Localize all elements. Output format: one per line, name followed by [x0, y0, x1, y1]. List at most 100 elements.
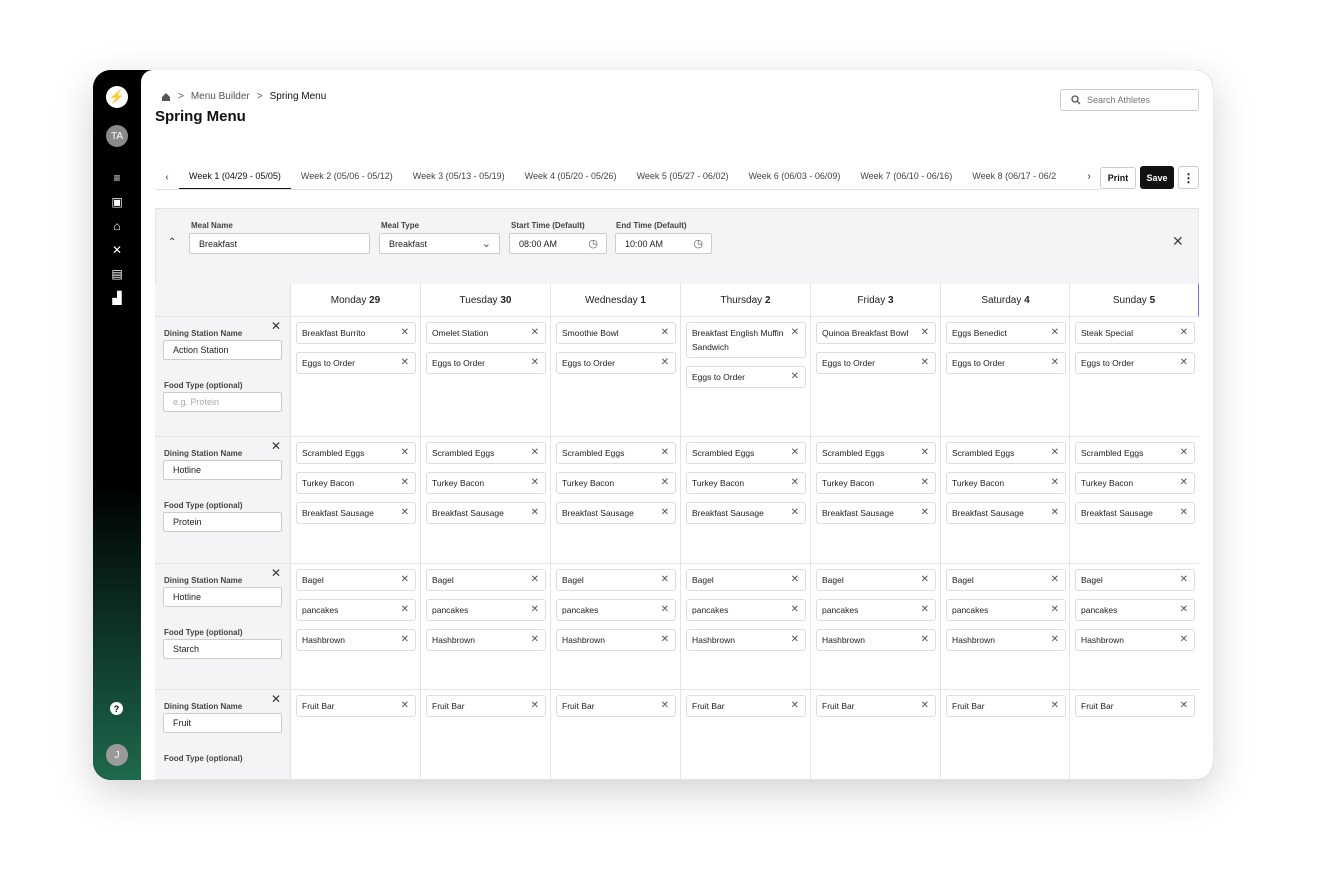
remove-station-icon[interactable]: ✕	[271, 692, 281, 706]
save-button[interactable]: Save	[1140, 166, 1174, 189]
remove-item-icon[interactable]: ✕	[791, 506, 799, 520]
menu-item-chip[interactable]: Turkey Bacon ✕	[426, 472, 546, 494]
start-time-field[interactable]: 08:00 AM ◷	[509, 233, 607, 254]
athletes-icon[interactable]: ▣	[107, 194, 127, 210]
menu-item-chip[interactable]: pancakes ✕	[556, 599, 676, 621]
menu-item-chip[interactable]: Quinoa Breakfast Bowl ✕	[816, 322, 936, 344]
remove-station-icon[interactable]: ✕	[271, 319, 281, 333]
end-time-field[interactable]: 10:00 AM ◷	[615, 233, 712, 254]
remove-item-icon[interactable]: ✕	[401, 573, 409, 587]
menu-item-chip[interactable]: pancakes ✕	[1075, 599, 1195, 621]
more-options-icon[interactable]: ⋮	[1178, 166, 1199, 189]
remove-item-icon[interactable]: ✕	[921, 326, 929, 340]
remove-item-icon[interactable]: ✕	[531, 446, 539, 460]
utensils-icon[interactable]: ✕	[107, 242, 127, 258]
remove-item-icon[interactable]: ✕	[921, 356, 929, 370]
remove-item-icon[interactable]: ✕	[921, 603, 929, 617]
food-type-field[interactable]: Protein	[163, 512, 282, 532]
home-icon[interactable]	[161, 92, 171, 102]
remove-item-icon[interactable]: ✕	[1180, 603, 1188, 617]
remove-item-icon[interactable]: ✕	[1051, 476, 1059, 490]
menu-item-chip[interactable]: Breakfast Sausage ✕	[946, 502, 1066, 524]
menu-item-chip[interactable]: pancakes ✕	[296, 599, 416, 621]
menu-item-chip[interactable]: Bagel ✕	[1075, 569, 1195, 591]
meal-type-select[interactable]: Breakfast ⌄	[379, 233, 500, 254]
meal-name-field[interactable]: Breakfast	[189, 233, 370, 254]
menu-item-chip[interactable]: Eggs to Order ✕	[296, 352, 416, 374]
remove-station-icon[interactable]: ✕	[271, 439, 281, 453]
menu-item-chip[interactable]: Hashbrown ✕	[686, 629, 806, 651]
menu-item-chip[interactable]: Breakfast Sausage ✕	[296, 502, 416, 524]
remove-item-icon[interactable]: ✕	[401, 326, 409, 340]
menu-item-chip[interactable]: Fruit Bar ✕	[816, 695, 936, 717]
station-name-field[interactable]: Hotline	[163, 587, 282, 607]
tab-week-3[interactable]: Week 3 (05/13 - 05/19)	[403, 165, 515, 189]
station-name-field[interactable]: Hotline	[163, 460, 282, 480]
menu-item-chip[interactable]: Breakfast Sausage ✕	[816, 502, 936, 524]
menu-item-chip[interactable]: Bagel ✕	[686, 569, 806, 591]
tab-week-5[interactable]: Week 5 (05/27 - 06/02)	[627, 165, 739, 189]
remove-item-icon[interactable]: ✕	[1051, 603, 1059, 617]
avatar[interactable]: TA	[106, 125, 128, 147]
menu-item-chip[interactable]: Turkey Bacon ✕	[296, 472, 416, 494]
menu-item-chip[interactable]: Breakfast Sausage ✕	[426, 502, 546, 524]
tab-week-1[interactable]: Week 1 (04/29 - 05/05)	[179, 165, 291, 189]
remove-item-icon[interactable]: ✕	[531, 573, 539, 587]
remove-item-icon[interactable]: ✕	[791, 446, 799, 460]
remove-item-icon[interactable]: ✕	[531, 356, 539, 370]
tab-week-2[interactable]: Week 2 (05/06 - 05/12)	[291, 165, 403, 189]
print-button[interactable]: Print	[1100, 167, 1136, 189]
food-type-field[interactable]: Starch	[163, 639, 282, 659]
remove-item-icon[interactable]: ✕	[531, 603, 539, 617]
remove-item-icon[interactable]: ✕	[791, 370, 799, 384]
tab-week-7[interactable]: Week 7 (06/10 - 06/16)	[850, 165, 962, 189]
remove-item-icon[interactable]: ✕	[661, 446, 669, 460]
remove-item-icon[interactable]: ✕	[661, 603, 669, 617]
chart-icon[interactable]: ▟	[107, 290, 127, 306]
remove-item-icon[interactable]: ✕	[1180, 573, 1188, 587]
menu-item-chip[interactable]: Scrambled Eggs ✕	[296, 442, 416, 464]
remove-station-icon[interactable]: ✕	[271, 566, 281, 580]
remove-item-icon[interactable]: ✕	[1180, 633, 1188, 647]
remove-item-icon[interactable]: ✕	[661, 573, 669, 587]
clock-icon[interactable]: ◷	[588, 237, 598, 250]
menu-item-chip[interactable]: Bagel ✕	[556, 569, 676, 591]
remove-item-icon[interactable]: ✕	[921, 573, 929, 587]
remove-item-icon[interactable]: ✕	[1051, 356, 1059, 370]
menu-item-chip[interactable]: pancakes ✕	[426, 599, 546, 621]
remove-item-icon[interactable]: ✕	[791, 476, 799, 490]
menu-item-chip[interactable]: Scrambled Eggs ✕	[816, 442, 936, 464]
menu-item-chip[interactable]: Bagel ✕	[946, 569, 1066, 591]
menu-item-chip[interactable]: Eggs to Order ✕	[1075, 352, 1195, 374]
tab-week-4[interactable]: Week 4 (05/20 - 05/26)	[515, 165, 627, 189]
menu-item-chip[interactable]: Eggs to Order ✕	[686, 366, 806, 388]
station-name-field[interactable]: Action Station	[163, 340, 282, 360]
help-icon[interactable]: ?	[110, 702, 123, 715]
menu-item-chip[interactable]: Eggs to Order ✕	[556, 352, 676, 374]
menu-item-chip[interactable]: Bagel ✕	[816, 569, 936, 591]
search-input[interactable]	[1087, 95, 1187, 105]
remove-item-icon[interactable]: ✕	[1051, 573, 1059, 587]
close-icon[interactable]: ✕	[1172, 233, 1184, 250]
logo-icon[interactable]: ⚡	[106, 86, 128, 108]
remove-item-icon[interactable]: ✕	[531, 506, 539, 520]
menu-item-chip[interactable]: Hashbrown ✕	[816, 629, 936, 651]
menu-item-chip[interactable]: Eggs Benedict ✕	[946, 322, 1066, 344]
remove-item-icon[interactable]: ✕	[661, 476, 669, 490]
remove-item-icon[interactable]: ✕	[791, 699, 799, 713]
menu-item-chip[interactable]: Fruit Bar ✕	[426, 695, 546, 717]
remove-item-icon[interactable]: ✕	[1180, 476, 1188, 490]
menu-item-chip[interactable]: Bagel ✕	[296, 569, 416, 591]
menu-item-chip[interactable]: Breakfast Sausage ✕	[686, 502, 806, 524]
menu-item-chip[interactable]: Turkey Bacon ✕	[686, 472, 806, 494]
remove-item-icon[interactable]: ✕	[1180, 446, 1188, 460]
menu-item-chip[interactable]: Steak Special ✕	[1075, 322, 1195, 344]
menu-item-chip[interactable]: Turkey Bacon ✕	[556, 472, 676, 494]
tab-week-6[interactable]: Week 6 (06/03 - 06/09)	[738, 165, 850, 189]
tabs-next-icon[interactable]: ›	[1079, 167, 1099, 187]
remove-item-icon[interactable]: ✕	[661, 699, 669, 713]
menu-item-chip[interactable]: Turkey Bacon ✕	[1075, 472, 1195, 494]
remove-item-icon[interactable]: ✕	[401, 699, 409, 713]
menu-item-chip[interactable]: Scrambled Eggs ✕	[556, 442, 676, 464]
menu-item-chip[interactable]: pancakes ✕	[816, 599, 936, 621]
